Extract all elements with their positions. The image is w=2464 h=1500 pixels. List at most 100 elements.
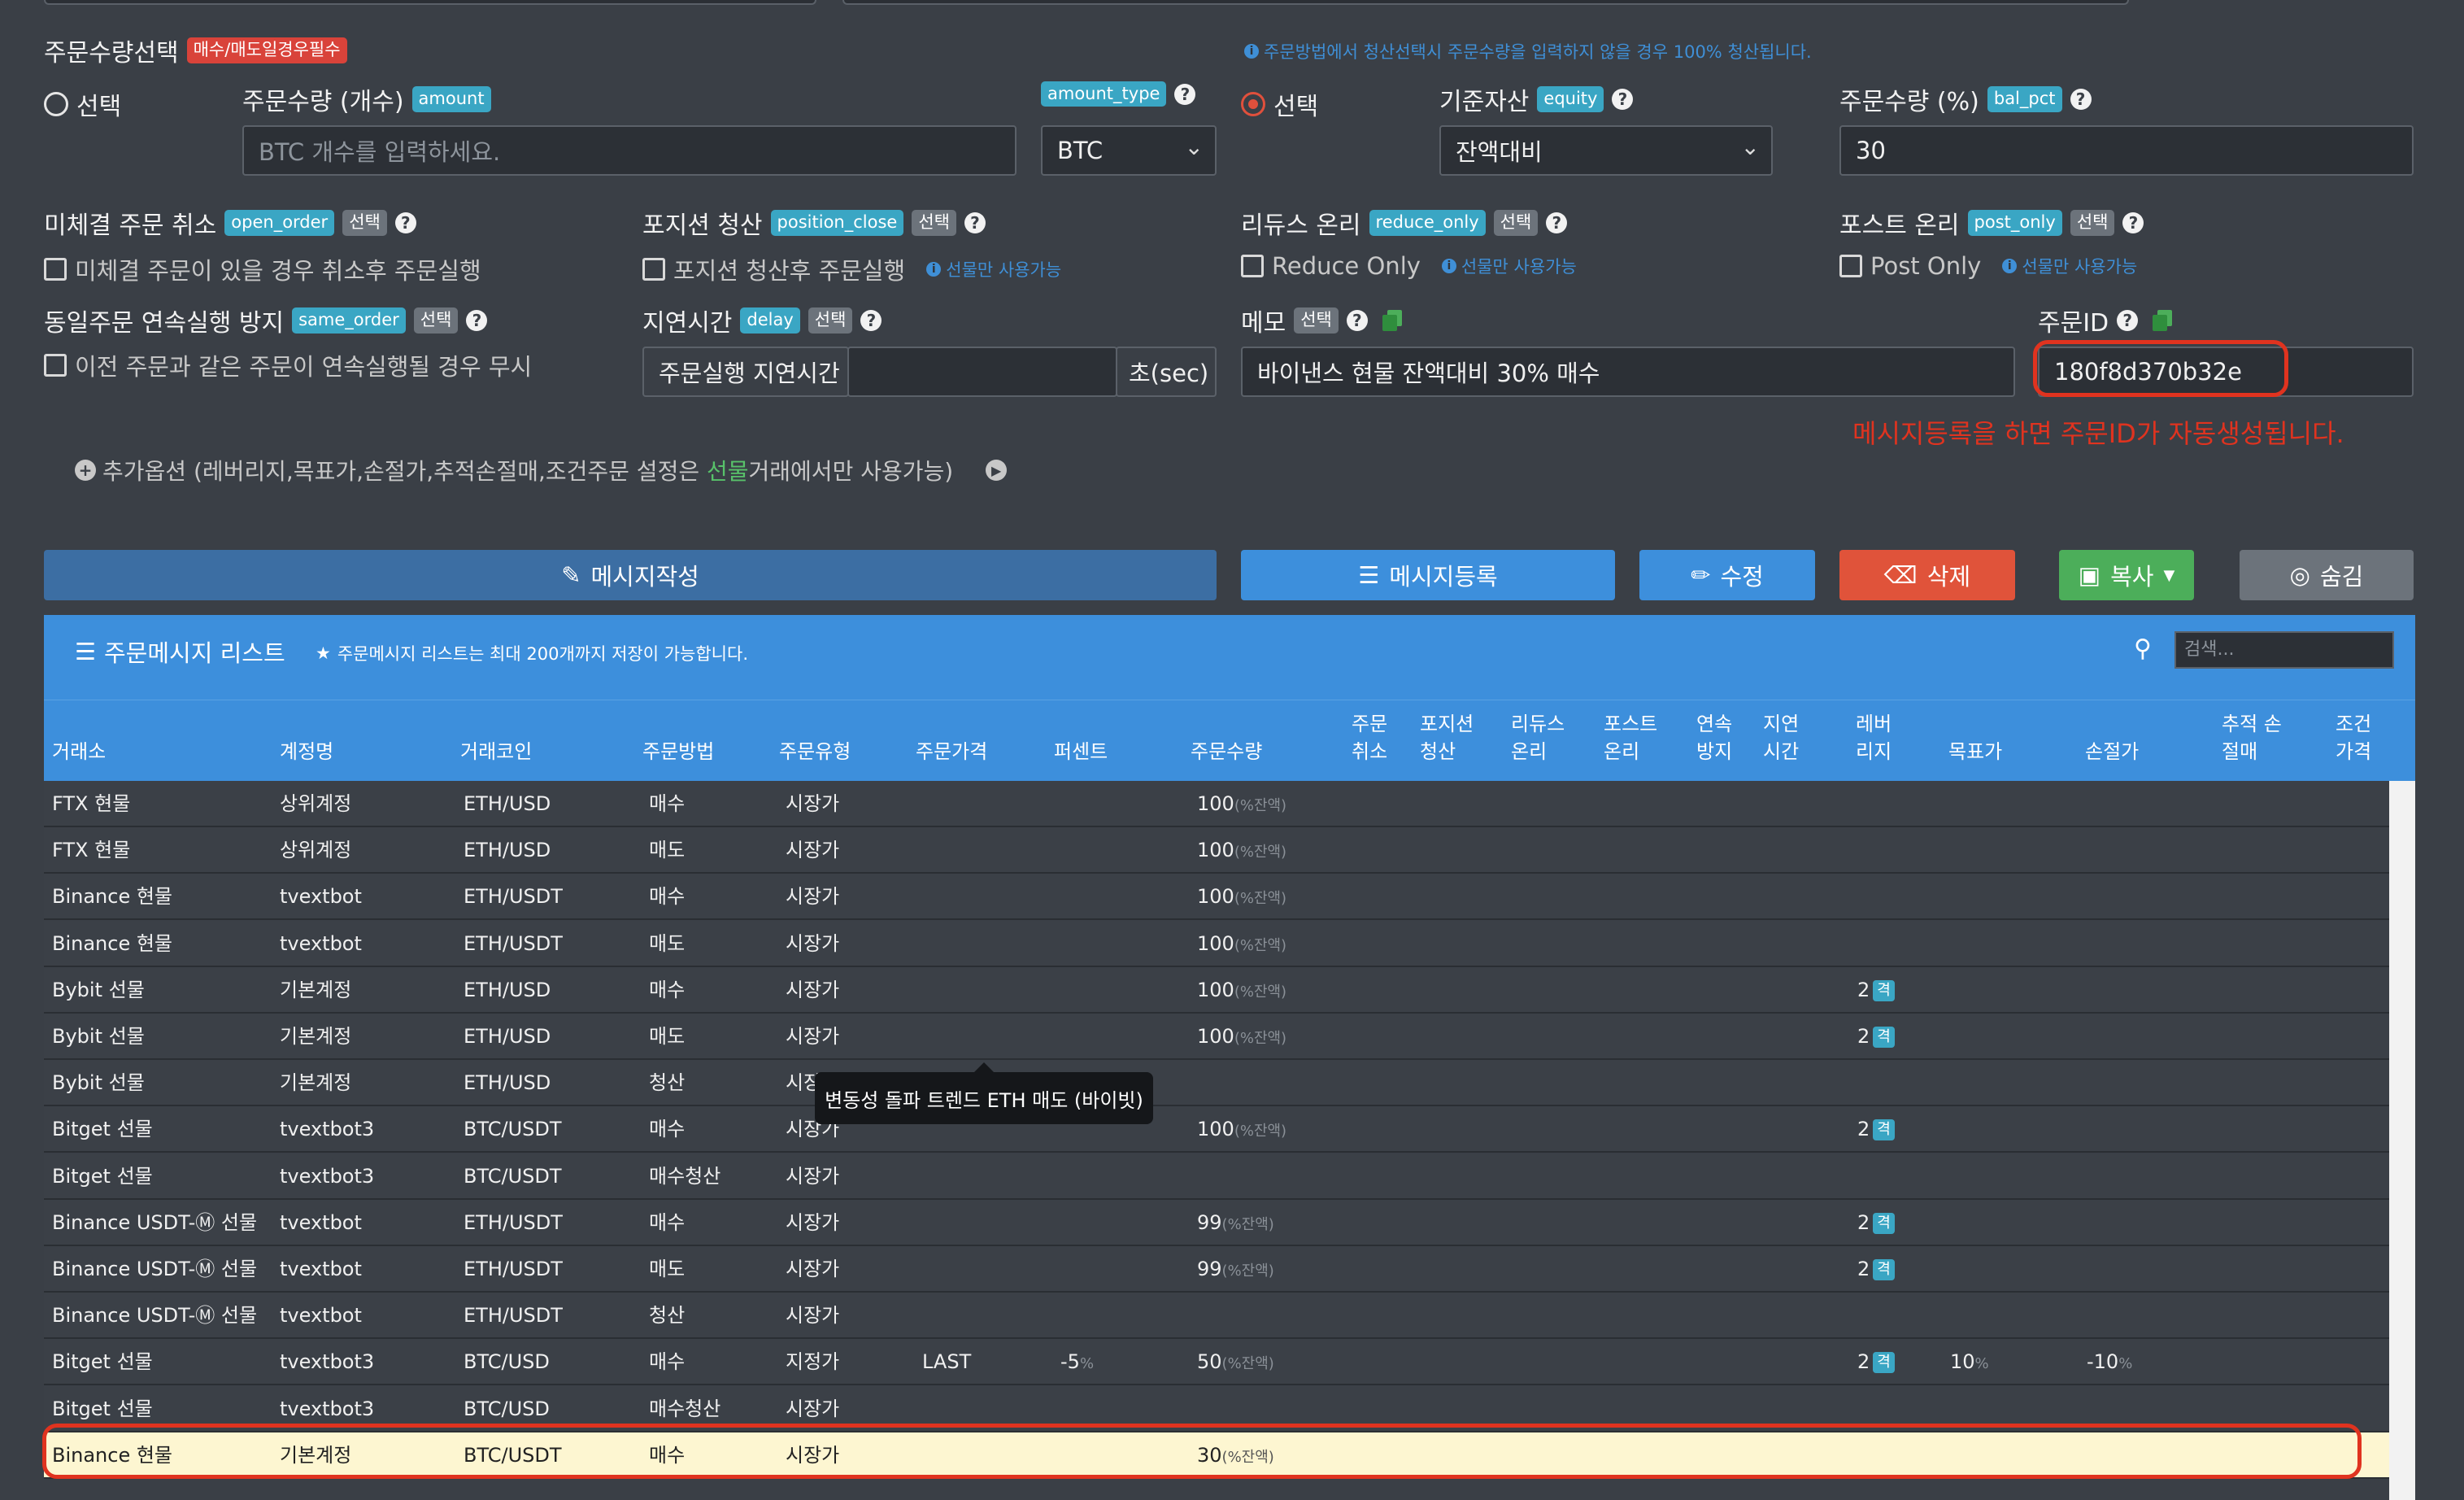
cell-account-value: 기본계정 [280,1071,352,1095]
amount-tag: amount [411,86,491,112]
help-icon[interactable]: ? [2122,212,2144,233]
amount-type-select[interactable]: BTC [1041,125,1217,176]
reduce-only-checkbox[interactable]: Reduce Only i 선물만 사용가능 [1241,252,1577,280]
table-row[interactable]: Bitget 선물 tvextbot3 BTC/USDT 매수청산 시장가 [44,1153,2389,1200]
cell-account: 기본계정 [280,967,351,1014]
equity-select[interactable]: 잔액대비 [1439,125,1773,176]
eraser-icon: ⌫ [1883,561,1918,589]
th-condition[interactable]: 조건 가격 [2336,710,2384,765]
extra-options-toggle[interactable]: + 추가옵션 (레버리지,목표가,손절가,추적손절매,조건주문 설정은 선물거래… [75,454,1008,486]
th-delay[interactable]: 지연 시간 [1763,710,1812,765]
post-only-checkbox[interactable]: Post Only i 선물만 사용가능 [1839,252,2137,280]
checkbox[interactable] [642,258,665,281]
register-message-button[interactable]: ☰ 메시지등록 [1241,550,1615,600]
help-icon[interactable]: ? [394,212,416,233]
cell-qty: 100(%잔액) [1197,967,1286,1014]
checkbox[interactable] [1241,255,1264,277]
help-icon[interactable]: ? [466,310,488,331]
th-type[interactable]: 주문유형 [779,738,851,765]
cell-lev-value: 2 [1857,978,1870,1001]
help-icon[interactable]: ? [860,310,882,331]
edit-button[interactable]: ✏ 수정 [1639,550,1815,600]
table-row[interactable]: Binance USDT-Ⓜ 선물 tvextbot ETH/USDT 매수 시장가 99… [44,1199,2389,1246]
th-leverage[interactable]: 레버 리지 [1856,710,1905,765]
th-stop[interactable]: 손절가 [2085,738,2139,765]
copy-dropdown-button[interactable]: ▣ 복사 ▼ [2059,550,2194,600]
pct-balance-suffix: (%잔액) [1221,1215,1274,1233]
help-icon[interactable]: ? [1346,310,1368,331]
th-reduce[interactable]: 리듀스 온리 [1511,710,1576,765]
table-row[interactable]: Bybit 선물 기본계정 ETH/USD 청산 시장가 [44,1060,2389,1107]
table-row[interactable]: FTX 현물 상위계정 ETH/USD 매도 시장가 100(%잔액) [44,827,2389,874]
table-row[interactable]: Binance USDT-Ⓜ 선물 tvextbot ETH/USDT 청산 시장가 [44,1293,2389,1340]
cell-method-value: 매수 [649,978,686,1001]
table-row[interactable]: Bybit 선물 기본계정 ETH/USD 매수 시장가 100(%잔액) 2 격 [44,966,2389,1014]
table-scrollbar[interactable] [2389,781,2415,1500]
required-badge: 매수/매도일경우필수 [186,37,347,63]
th-account[interactable]: 계정명 [280,738,333,765]
checkbox[interactable] [1839,255,1862,277]
radio-amount[interactable]: 선택 [44,86,121,122]
th-price[interactable]: 주문가격 [916,738,987,765]
delay-input[interactable] [847,347,1117,397]
top-field-right[interactable] [842,0,2129,5]
table-row[interactable]: FTX 현물 상위계정 ETH/USD 매수 시장가 100(%잔액) [44,781,2389,827]
help-icon[interactable]: ? [1612,89,1634,110]
help-icon[interactable]: ? [1546,212,1568,233]
th-exchange[interactable]: 거래소 [52,738,106,765]
radio-selected-icon[interactable] [1241,92,1265,116]
th-same-order[interactable]: 연속 방지 [1696,710,1745,765]
table-row[interactable]: Bitget 선물 tvextbot3 BTC/USDT 매수 시장가 100(%잔액) 2… [44,1106,2389,1153]
th-cancel[interactable]: 주문 취소 [1352,710,1400,765]
write-message-button[interactable]: ✎ 메시지작성 [44,550,1217,600]
same-order-checkbox[interactable]: 이전 주문과 같은 주문이 연속실행될 경우 무시 [44,348,532,382]
help-icon[interactable]: ? [2070,89,2092,110]
checkbox[interactable] [44,258,67,281]
memo-input[interactable]: 바이낸스 현물 잔액대비 30% 매수 [1241,347,2015,397]
th-trailing[interactable]: 추적 손절매 [2222,710,2287,765]
radio-balance-pct[interactable]: 선택 [1241,86,1318,122]
copy-icon[interactable] [1382,310,1402,331]
search-input[interactable]: 검색... [2175,631,2394,669]
help-icon[interactable]: ? [1174,83,1196,105]
top-field-left[interactable] [44,0,816,5]
th-coin[interactable]: 거래코인 [460,738,532,765]
th-post[interactable]: 포스트 온리 [1604,710,1669,765]
cell-exchange: Binance USDT-Ⓜ 선물 [52,1246,257,1293]
cell-target: 10% [1950,1339,1989,1385]
futures-only-text: 선물만 사용가능 [1461,257,1577,277]
qty-section-title: 주문수량선택 [44,39,179,68]
th-method[interactable]: 주문방법 [642,738,714,765]
same-order-desc: 이전 주문과 같은 주문이 연속실행될 경우 무시 [75,353,533,381]
reduce-only-desc: Reduce Only [1272,252,1421,280]
hide-button[interactable]: ◎ 숨김 [2240,550,2414,600]
copy-icon[interactable] [2153,310,2173,331]
edit-square-icon: ✎ [561,561,581,589]
cell-type-value: 시장가 [786,1304,840,1328]
table-row[interactable]: Bybit 선물 기본계정 ETH/USD 매도 시장가 100(%잔액) 2 격 [44,1014,2389,1060]
cell-coin-value: ETH/USDT [464,931,563,955]
bal-pct-input[interactable]: 30 [1839,125,2414,176]
th-target[interactable]: 목표가 [1948,738,2002,765]
cell-method-value: 매수 [649,1118,686,1141]
table-row[interactable]: Bitget 선물 tvextbot3 BTC/USD 매수 지정가 LAST -5% 50(… [44,1339,2389,1386]
cell-account-value: tvextbot [280,885,362,909]
radio-icon[interactable] [44,92,68,116]
help-icon[interactable]: ? [964,212,986,233]
th-qty[interactable]: 주문수량 [1191,738,1262,765]
th-percent[interactable]: 퍼센트 [1054,738,1108,765]
table-row[interactable]: Binance USDT-Ⓜ 선물 tvextbot ETH/USDT 매도 시장가 99… [44,1246,2389,1293]
table-row[interactable]: Binance 현물 tvextbot ETH/USDT 매수 시장가 100(%잔액) [44,874,2389,921]
futures-only-note: i 선물만 사용가능 [2002,254,2137,278]
amount-input[interactable]: BTC 개수를 입력하세요. [242,125,1017,176]
table-row[interactable]: Binance 현물 tvextbot ETH/USDT 매도 시장가 100(%잔액) [44,920,2389,967]
cell-account-value: tvextbot3 [280,1118,375,1141]
chevron-right-circle-icon[interactable]: ▶ [986,460,1008,481]
position-close-checkbox[interactable]: 포지션 청산후 주문실행 i 선물만 사용가능 [642,252,1061,286]
checkbox[interactable] [44,354,67,377]
cell-method: 청산 [649,1060,685,1106]
open-order-checkbox[interactable]: 미체결 주문이 있을 경우 취소후 주문실행 [44,252,481,286]
th-position[interactable]: 포지션 청산 [1420,710,1485,765]
delete-button[interactable]: ⌫ 삭제 [1839,550,2015,600]
help-icon[interactable]: ? [2117,310,2139,331]
